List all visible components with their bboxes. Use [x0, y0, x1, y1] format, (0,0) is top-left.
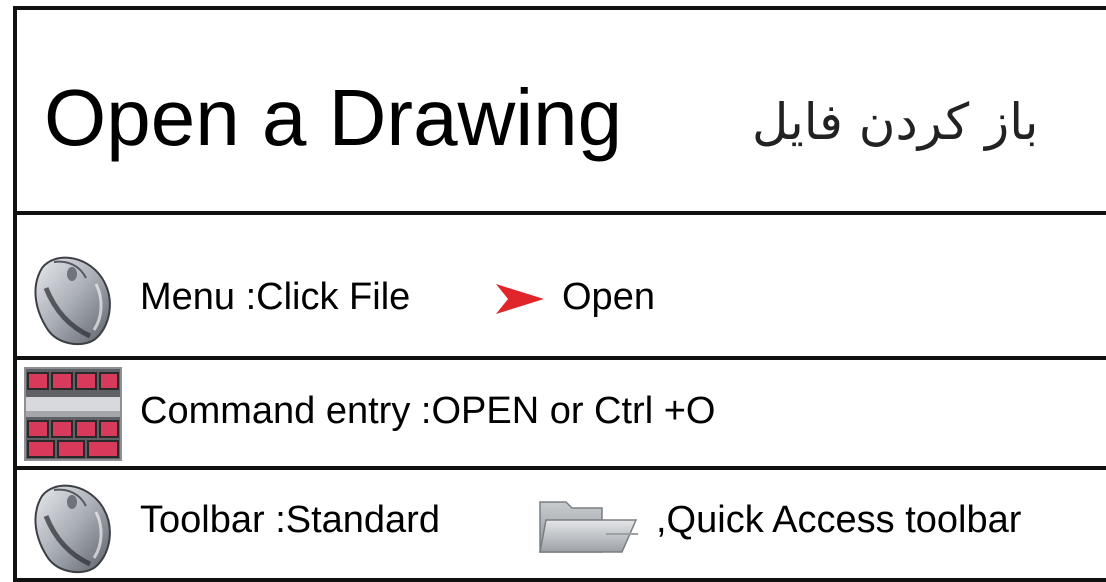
row-divider-2 — [13, 466, 1106, 470]
header-divider — [13, 211, 1106, 215]
page-title: Open a Drawing — [44, 73, 623, 162]
menu-target-open: Open — [562, 276, 655, 318]
quick-access-toolbar-text: ,Quick Access toolbar — [656, 499, 1022, 541]
menu-instruction: Menu :Click File — [140, 276, 411, 318]
keyboard-icon — [24, 367, 122, 461]
toolbar-instruction: Toolbar :Standard — [140, 499, 440, 541]
row-divider-1 — [13, 356, 1106, 360]
red-arrow-icon — [494, 282, 546, 316]
mouse-icon — [24, 478, 122, 576]
command-entry-instruction: Command entry :OPEN or Ctrl +O — [140, 390, 716, 432]
folder-open-icon — [536, 494, 640, 556]
mouse-icon — [24, 248, 122, 348]
instruction-card: Open a Drawing باز کردن فایل Menu :Click… — [0, 0, 1106, 582]
page-title-persian: باز کردن فایل — [752, 93, 1039, 151]
